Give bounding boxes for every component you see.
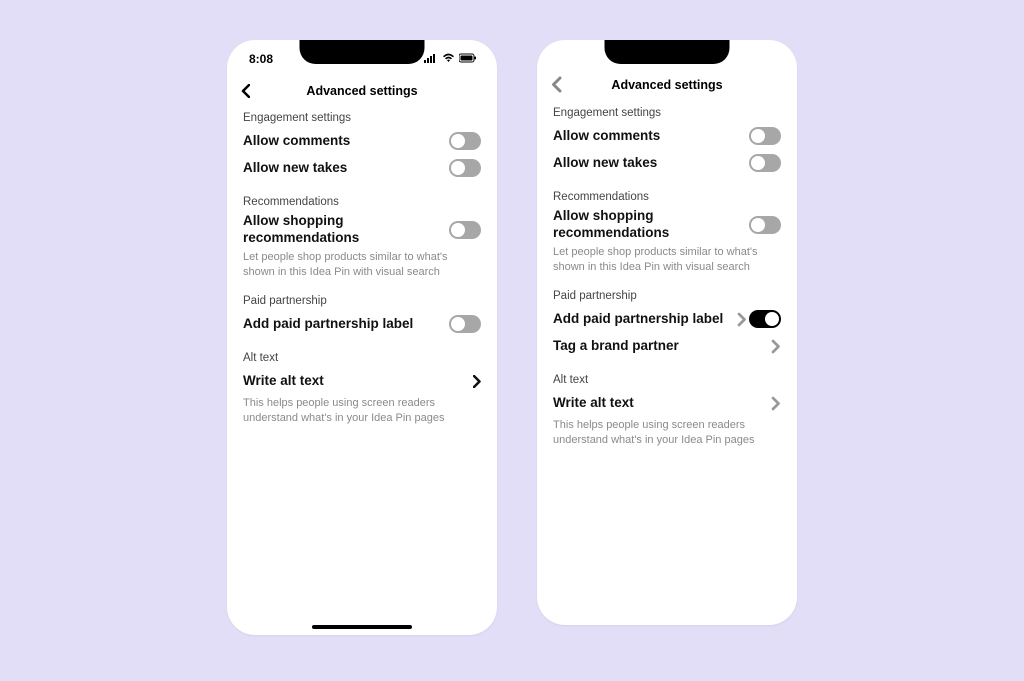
row-label: Allow comments	[553, 128, 660, 145]
toggle-allow-comments[interactable]	[749, 127, 781, 145]
row-allow-comments: Allow comments	[553, 124, 781, 148]
section-label: Engagement settings	[553, 107, 781, 119]
wifi-icon	[442, 52, 455, 66]
row-allow-new-takes: Allow new takes	[553, 151, 781, 175]
section-label: Alt text	[553, 374, 781, 386]
row-write-alt-text[interactable]: Write alt text	[553, 391, 781, 415]
row-label: Add paid partnership label	[243, 316, 413, 333]
toggle-allow-new-takes[interactable]	[749, 154, 781, 172]
helper-text: This helps people using screen readers u…	[553, 418, 781, 448]
signal-icon	[424, 52, 438, 66]
row-label: Add paid partnership label	[553, 311, 723, 328]
helper-text: This helps people using screen readers u…	[243, 396, 481, 426]
section-label: Alt text	[243, 352, 481, 364]
toggle-paid-partnership[interactable]	[749, 310, 781, 328]
notch	[605, 40, 730, 64]
section-alt-text: Alt text Write alt text This helps peopl…	[243, 352, 481, 426]
chevron-right-icon	[771, 339, 781, 354]
section-alt-text: Alt text Write alt text This helps peopl…	[553, 374, 781, 448]
section-paid-partnership: Paid partnership Add paid partnership la…	[553, 290, 781, 358]
chevron-right-icon	[771, 396, 781, 411]
row-label: Write alt text	[243, 373, 324, 390]
section-label: Paid partnership	[553, 290, 781, 302]
toggle-paid-partnership[interactable]	[449, 315, 481, 333]
row-label: Allow new takes	[553, 155, 657, 172]
helper-text: Let people shop products similar to what…	[243, 250, 481, 280]
section-recommendations: Recommendations Allow shopping recommend…	[243, 196, 481, 279]
toggle-allow-shopping[interactable]	[749, 216, 781, 234]
toggle-allow-shopping[interactable]	[449, 221, 481, 239]
chevron-right-icon	[473, 375, 481, 388]
row-label: Allow shopping recommendations	[553, 208, 733, 242]
row-add-paid-label: Add paid partnership label	[553, 307, 781, 331]
battery-icon	[459, 52, 477, 66]
row-label: Allow shopping recommendations	[243, 213, 423, 247]
row-allow-comments: Allow comments	[243, 129, 481, 153]
header: Advanced settings	[537, 70, 797, 103]
chevron-right-icon	[737, 312, 747, 327]
row-write-alt-text[interactable]: Write alt text	[243, 369, 481, 393]
section-engagement: Engagement settings Allow comments Allow…	[553, 107, 781, 175]
section-label: Paid partnership	[243, 295, 481, 307]
row-label: Write alt text	[553, 395, 634, 412]
row-label: Tag a brand partner	[553, 338, 679, 355]
toggle-allow-new-takes[interactable]	[449, 159, 481, 177]
helper-text: Let people shop products similar to what…	[553, 245, 781, 275]
row-add-paid-label: Add paid partnership label	[243, 312, 481, 336]
page-title: Advanced settings	[306, 84, 417, 98]
row-allow-shopping: Allow shopping recommendations	[243, 213, 481, 247]
content: Engagement settings Allow comments Allow…	[227, 108, 497, 442]
section-label: Recommendations	[553, 191, 781, 203]
section-recommendations: Recommendations Allow shopping recommend…	[553, 191, 781, 274]
section-label: Recommendations	[243, 196, 481, 208]
section-engagement: Engagement settings Allow comments Allow…	[243, 112, 481, 180]
status-time: 8:08	[249, 52, 273, 66]
header: Advanced settings	[227, 78, 497, 108]
content: Engagement settings Allow comments Allow…	[537, 103, 797, 464]
back-button[interactable]	[551, 76, 569, 93]
back-button[interactable]	[241, 84, 259, 98]
row-label: Allow comments	[243, 133, 350, 150]
section-label: Engagement settings	[243, 112, 481, 124]
phone-right: Advanced settings Engagement settings Al…	[537, 40, 797, 625]
row-allow-shopping: Allow shopping recommendations	[553, 208, 781, 242]
row-allow-new-takes: Allow new takes	[243, 156, 481, 180]
notch	[300, 40, 425, 64]
row-tag-brand-partner[interactable]: Tag a brand partner	[553, 334, 781, 358]
row-label: Allow new takes	[243, 160, 347, 177]
home-indicator[interactable]	[312, 625, 412, 629]
toggle-allow-comments[interactable]	[449, 132, 481, 150]
page-title: Advanced settings	[611, 78, 722, 92]
section-paid-partnership: Paid partnership Add paid partnership la…	[243, 295, 481, 336]
phone-left: 8:08 Advanced settings Engagement settin…	[227, 40, 497, 635]
